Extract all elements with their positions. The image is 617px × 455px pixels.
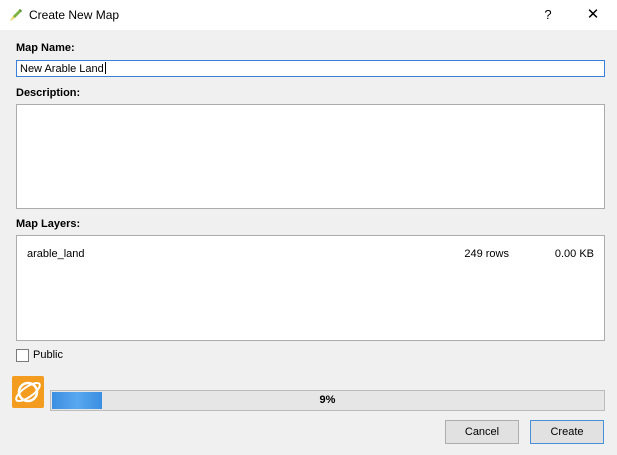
map-name-value: New Arable Land [20, 63, 104, 75]
layer-size: 0.00 KB [554, 248, 594, 260]
cancel-button[interactable]: Cancel [445, 420, 519, 444]
planet-logo-icon [12, 376, 44, 408]
progress-bar: 9% [50, 390, 605, 411]
public-label: Public [33, 349, 63, 361]
window-title: Create New Map [29, 8, 120, 22]
layer-row[interactable]: arable_land 249 rows 0.00 KB [17, 248, 604, 264]
title-bar: Create New Map ? ✕ [0, 0, 617, 30]
map-layers-list[interactable]: arable_land 249 rows 0.00 KB [16, 235, 605, 341]
description-textarea[interactable] [16, 104, 605, 209]
layer-name: arable_land [27, 248, 85, 260]
map-name-input[interactable]: New Arable Land [16, 60, 605, 77]
description-label: Description: [16, 87, 81, 99]
public-checkbox[interactable] [16, 349, 29, 362]
create-button[interactable]: Create [530, 420, 604, 444]
qgis-pencil-icon [8, 7, 24, 23]
text-caret [104, 62, 106, 74]
help-button[interactable]: ? [538, 5, 558, 25]
map-layers-label: Map Layers: [16, 218, 81, 230]
progress-label: 9% [319, 394, 336, 406]
layer-row-count: 249 rows [464, 248, 509, 260]
map-name-label: Map Name: [16, 42, 75, 54]
close-button[interactable]: ✕ [581, 5, 605, 25]
